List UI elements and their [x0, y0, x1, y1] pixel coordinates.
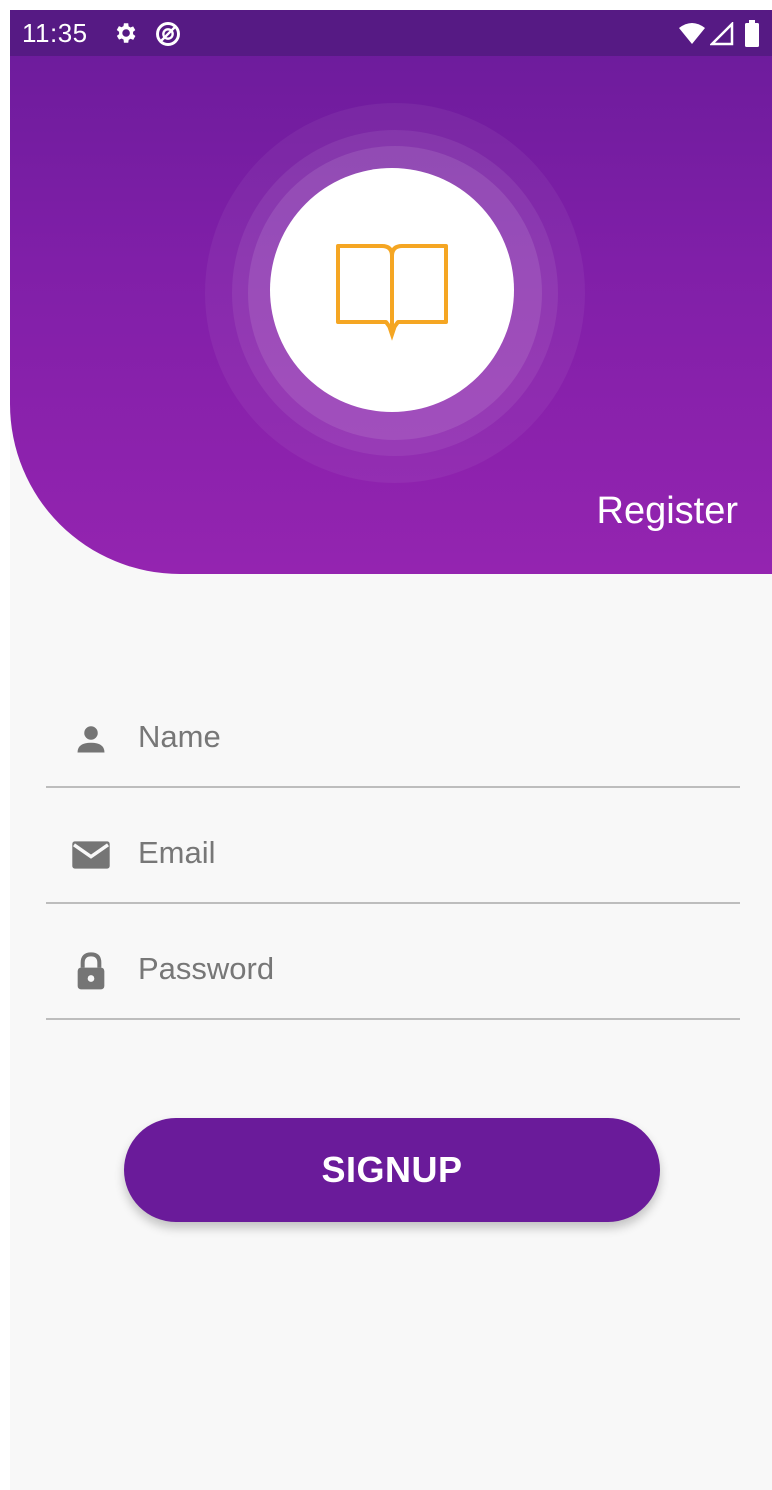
email-field	[46, 802, 740, 904]
status-time: 11:35	[22, 18, 88, 48]
password-field	[46, 918, 740, 1020]
header-banner: Register	[10, 10, 772, 574]
page-title: Register	[596, 490, 739, 532]
data-saver-icon	[154, 20, 182, 53]
lock-icon	[70, 950, 112, 992]
open-book-icon	[336, 244, 448, 341]
person-icon	[70, 718, 112, 760]
email-input[interactable]	[138, 824, 718, 882]
name-input[interactable]	[138, 708, 718, 766]
mail-icon	[70, 834, 112, 876]
name-field	[46, 686, 740, 788]
app-logo	[270, 168, 514, 412]
settings-icon	[112, 20, 138, 51]
signal-icon	[708, 20, 734, 51]
battery-icon	[744, 20, 760, 53]
status-bar: 11:35	[10, 10, 772, 56]
password-input[interactable]	[138, 940, 718, 998]
signup-button[interactable]: SIGNUP	[124, 1118, 660, 1222]
wifi-icon	[678, 22, 706, 51]
app-screen: Register 11:35 Name Email SIGNUP	[10, 10, 772, 1490]
